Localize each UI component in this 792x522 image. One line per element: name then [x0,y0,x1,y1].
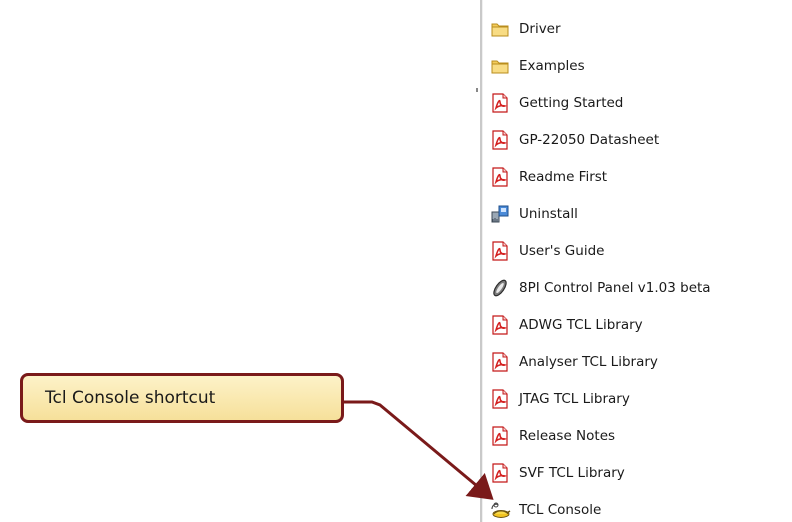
menu-item-label: User's Guide [519,242,605,259]
menu-item-release-notes[interactable]: Release Notes [489,417,789,454]
menu-item-getting-started[interactable]: Getting Started [489,84,789,121]
control-panel-icon [489,277,511,299]
callout-box: Tcl Console shortcut [20,373,344,423]
uninstall-icon [489,203,511,225]
folder-icon [489,18,511,40]
menu-item-label: Getting Started [519,94,624,111]
programs-menu: Driver Examples Getting Started GP-22050… [489,10,789,522]
callout-text: Tcl Console shortcut [45,388,216,408]
menu-item-user-s-guide[interactable]: User's Guide [489,232,789,269]
pdf-icon [489,388,511,410]
menu-item-adwg-tcl-library[interactable]: ADWG TCL Library [489,306,789,343]
pdf-icon [489,166,511,188]
menu-item-label: TCL Console [519,501,602,518]
menu-item-jtag-tcl-library[interactable]: JTAG TCL Library [489,380,789,417]
menu-item-label: GP-22050 Datasheet [519,131,660,148]
menu-item-label: 8PI Control Panel v1.03 beta [519,279,711,296]
menu-item-analyser-tcl-library[interactable]: Analyser TCL Library [489,343,789,380]
menu-item-examples[interactable]: Examples [489,47,789,84]
menu-item-gp-22050-datasheet[interactable]: GP-22050 Datasheet [489,121,789,158]
menu-item-label: Readme First [519,168,608,185]
menu-left-border [480,0,483,522]
menu-item-label: Uninstall [519,205,578,222]
folder-icon [489,55,511,77]
pdf-icon [489,462,511,484]
menu-item-label: Driver [519,20,561,37]
menu-item-label: Analyser TCL Library [519,353,658,370]
menu-item-8pi-control-panel-v1-03-beta[interactable]: 8PI Control Panel v1.03 beta [489,269,789,306]
pdf-icon [489,351,511,373]
menu-item-readme-first[interactable]: Readme First [489,158,789,195]
pdf-icon [489,425,511,447]
pdf-icon [489,92,511,114]
menu-item-svf-tcl-library[interactable]: SVF TCL Library [489,454,789,491]
menu-border-mark [476,88,478,92]
arrow-line [344,400,494,500]
menu-item-label: JTAG TCL Library [519,390,630,407]
menu-item-label: ADWG TCL Library [519,316,643,333]
pdf-icon [489,314,511,336]
menu-item-label: SVF TCL Library [519,464,625,481]
menu-item-uninstall[interactable]: Uninstall [489,195,789,232]
menu-item-label: Examples [519,57,585,74]
tcl-console-icon [489,499,511,521]
pdf-icon [489,240,511,262]
menu-item-label: Release Notes [519,427,616,444]
menu-item-tcl-console[interactable]: TCL Console [489,491,789,522]
pdf-icon [489,129,511,151]
menu-item-driver[interactable]: Driver [489,10,789,47]
